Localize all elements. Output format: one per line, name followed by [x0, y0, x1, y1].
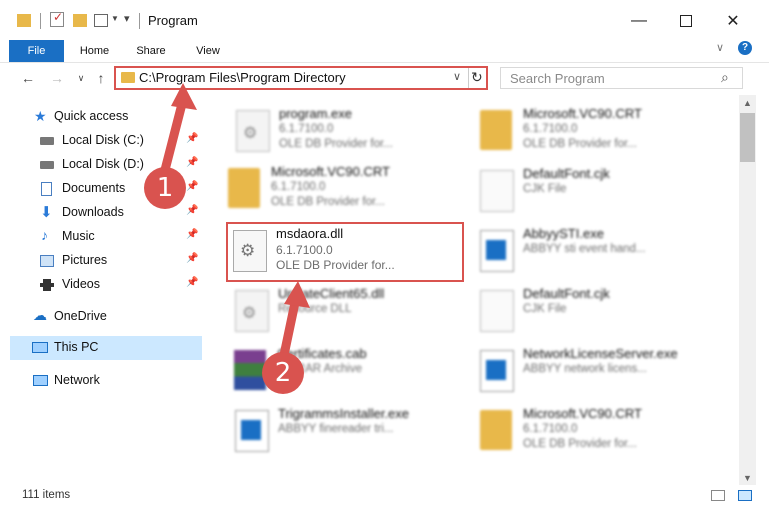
- item-count: 111 items: [22, 489, 71, 501]
- arrow-1-head: [171, 83, 197, 110]
- callout-2: 2: [262, 352, 304, 394]
- details-view-icon[interactable]: [711, 490, 725, 501]
- tiles-view-icon[interactable]: [738, 490, 752, 501]
- annotation-overlay: [160, 83, 310, 360]
- arrow-2-shaft: [279, 293, 301, 360]
- arrow-1-shaft: [160, 95, 188, 175]
- callout-1: 1: [144, 167, 186, 209]
- arrow-2-head: [284, 281, 310, 308]
- bottom-band: [0, 506, 769, 525]
- status-bar: 111 items: [0, 486, 769, 506]
